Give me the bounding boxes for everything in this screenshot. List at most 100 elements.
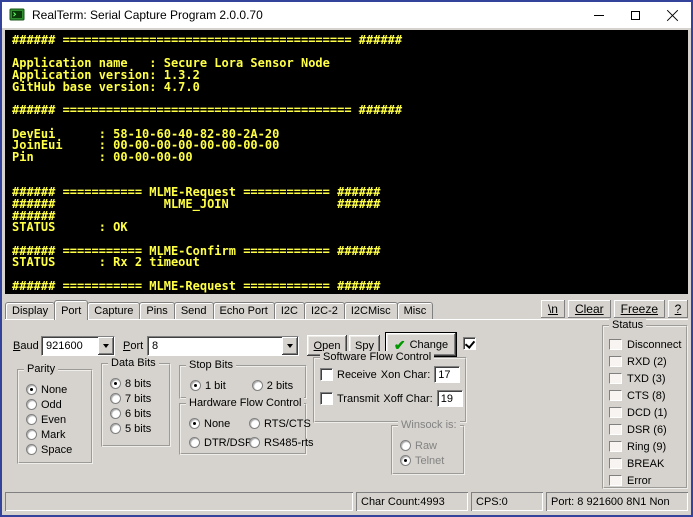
freeze-button[interactable]: Freeze — [614, 300, 665, 318]
radio-option-1-bit[interactable]: 1 bit — [190, 378, 226, 393]
radio-icon — [400, 440, 411, 451]
parity-group: Parity NoneOddEvenMarkSpace — [17, 369, 93, 464]
radio-label: Space — [41, 444, 72, 456]
baud-dropdown-button[interactable] — [98, 337, 114, 355]
radio-label: Mark — [41, 429, 65, 441]
baud-value: 921600 — [42, 337, 98, 355]
radio-option-space[interactable]: Space — [26, 442, 87, 457]
led-label: CTS (8) — [627, 390, 666, 402]
software-flow-group-title: Software Flow Control — [320, 351, 434, 363]
radio-icon — [26, 444, 37, 455]
terminal-line: STATUS : Rx 2 timeout — [12, 257, 688, 269]
led-indicator — [609, 407, 622, 418]
clear-button[interactable]: Clear — [568, 300, 611, 318]
led-indicator — [609, 356, 622, 367]
terminal-line — [12, 164, 688, 176]
help-button[interactable]: ? — [668, 300, 688, 318]
transmit-checkbox[interactable] — [320, 392, 333, 405]
xon-char-input[interactable] — [434, 366, 460, 383]
radio-option-dtr-dsr[interactable]: DTR/DSR — [189, 435, 249, 450]
port-label: Port — [123, 340, 143, 352]
app-icon — [9, 7, 25, 23]
radio-icon — [26, 414, 37, 425]
tab-pins[interactable]: Pins — [139, 302, 174, 319]
led-label: RXD (2) — [627, 356, 667, 368]
tab-capture[interactable]: Capture — [87, 302, 140, 319]
radio-icon — [249, 437, 260, 448]
port-dropdown-button[interactable] — [282, 337, 298, 355]
tab-i2c[interactable]: I2C — [274, 302, 305, 319]
chevron-down-icon — [287, 344, 293, 348]
chevron-down-icon — [103, 344, 109, 348]
statusbar-message-panel — [5, 492, 353, 511]
tab-strip: DisplayPortCapturePinsSendEcho PortI2CI2… — [5, 300, 432, 319]
tab-i2cmisc[interactable]: I2CMisc — [344, 302, 398, 319]
radio-option-raw[interactable]: Raw — [400, 438, 459, 453]
minimize-button[interactable] — [580, 2, 617, 28]
radio-label: DTR/DSR — [204, 437, 253, 449]
port-open-checkbox[interactable] — [463, 337, 476, 350]
radio-option-none[interactable]: None — [26, 382, 87, 397]
stop-bits-group: Stop Bits 1 bit2 bits — [179, 365, 307, 399]
radio-option-rs485-rts[interactable]: RS485-rts — [249, 435, 314, 450]
led-indicator — [609, 475, 622, 486]
radio-option-8-bits[interactable]: 8 bits — [110, 376, 165, 391]
data-bits-group: Data Bits 8 bits7 bits6 bits5 bits — [101, 363, 171, 447]
tab-i2c-2[interactable]: I2C-2 — [304, 302, 345, 319]
open-button-label: Open — [314, 340, 341, 352]
baud-combo[interactable]: 921600 — [41, 336, 115, 356]
radio-label: None — [41, 384, 67, 396]
led-label: Error — [627, 475, 651, 487]
window-title: RealTerm: Serial Capture Program 2.0.0.7… — [32, 8, 580, 22]
radio-label: 7 bits — [125, 393, 151, 405]
terminal-line: Pin : 00-00-00-00 — [12, 152, 688, 164]
radio-icon — [110, 378, 121, 389]
maximize-button[interactable] — [617, 2, 654, 28]
tab-port[interactable]: Port — [54, 300, 88, 320]
radio-option-5-bits[interactable]: 5 bits — [110, 421, 165, 436]
radio-label: None — [204, 418, 230, 430]
tab-echo-port[interactable]: Echo Port — [213, 302, 275, 319]
radio-label: Telnet — [415, 455, 444, 467]
radio-label: 5 bits — [125, 423, 151, 435]
newline-button[interactable]: \n — [541, 300, 565, 318]
radio-option-telnet[interactable]: Telnet — [400, 453, 459, 468]
radio-option-mark[interactable]: Mark — [26, 427, 87, 442]
radio-option-7-bits[interactable]: 7 bits — [110, 391, 165, 406]
title-bar: RealTerm: Serial Capture Program 2.0.0.7… — [2, 2, 691, 28]
data-bits-group-title: Data Bits — [108, 357, 159, 369]
radio-option-2-bits[interactable]: 2 bits — [252, 378, 293, 393]
tab-misc[interactable]: Misc — [397, 302, 434, 319]
status-led-ring-9: Ring (9) — [609, 438, 686, 455]
xoff-char-input[interactable] — [437, 390, 463, 407]
radio-label: Odd — [41, 399, 62, 411]
close-icon — [666, 9, 679, 22]
baud-label: Baud — [13, 340, 39, 352]
caption-buttons — [580, 2, 691, 28]
receive-checkbox[interactable] — [320, 368, 333, 381]
radio-option-even[interactable]: Even — [26, 412, 87, 427]
tab-send[interactable]: Send — [174, 302, 214, 319]
status-led-cts-8: CTS (8) — [609, 387, 686, 404]
parity-group-title: Parity — [24, 363, 58, 375]
radio-option-6-bits[interactable]: 6 bits — [110, 406, 165, 421]
terminal-output[interactable]: ###### =================================… — [5, 30, 688, 294]
radio-option-none[interactable]: None — [189, 416, 249, 431]
tab-display[interactable]: Display — [5, 302, 55, 319]
realterm-window: RealTerm: Serial Capture Program 2.0.0.7… — [0, 0, 693, 517]
change-button-label: Change — [410, 339, 449, 351]
status-group: Status DisconnectRXD (2)TXD (3)CTS (8)DC… — [602, 325, 688, 489]
radio-option-rts-cts[interactable]: RTS/CTS — [249, 416, 314, 431]
status-led-txd-3: TXD (3) — [609, 370, 686, 387]
status-led-disconnect: Disconnect — [609, 336, 686, 353]
close-button[interactable] — [654, 2, 691, 28]
port-combo[interactable]: 8 — [147, 336, 299, 356]
led-label: DCD (1) — [627, 407, 667, 419]
radio-option-odd[interactable]: Odd — [26, 397, 87, 412]
terminal-line: ###### =================================… — [12, 35, 688, 47]
status-led-error: Error — [609, 472, 686, 489]
status-bar: Char Count:4993 CPS:0 Port: 8 921600 8N1… — [4, 490, 689, 513]
led-indicator — [609, 339, 622, 350]
radio-label: Even — [41, 414, 66, 426]
radio-icon — [249, 418, 260, 429]
